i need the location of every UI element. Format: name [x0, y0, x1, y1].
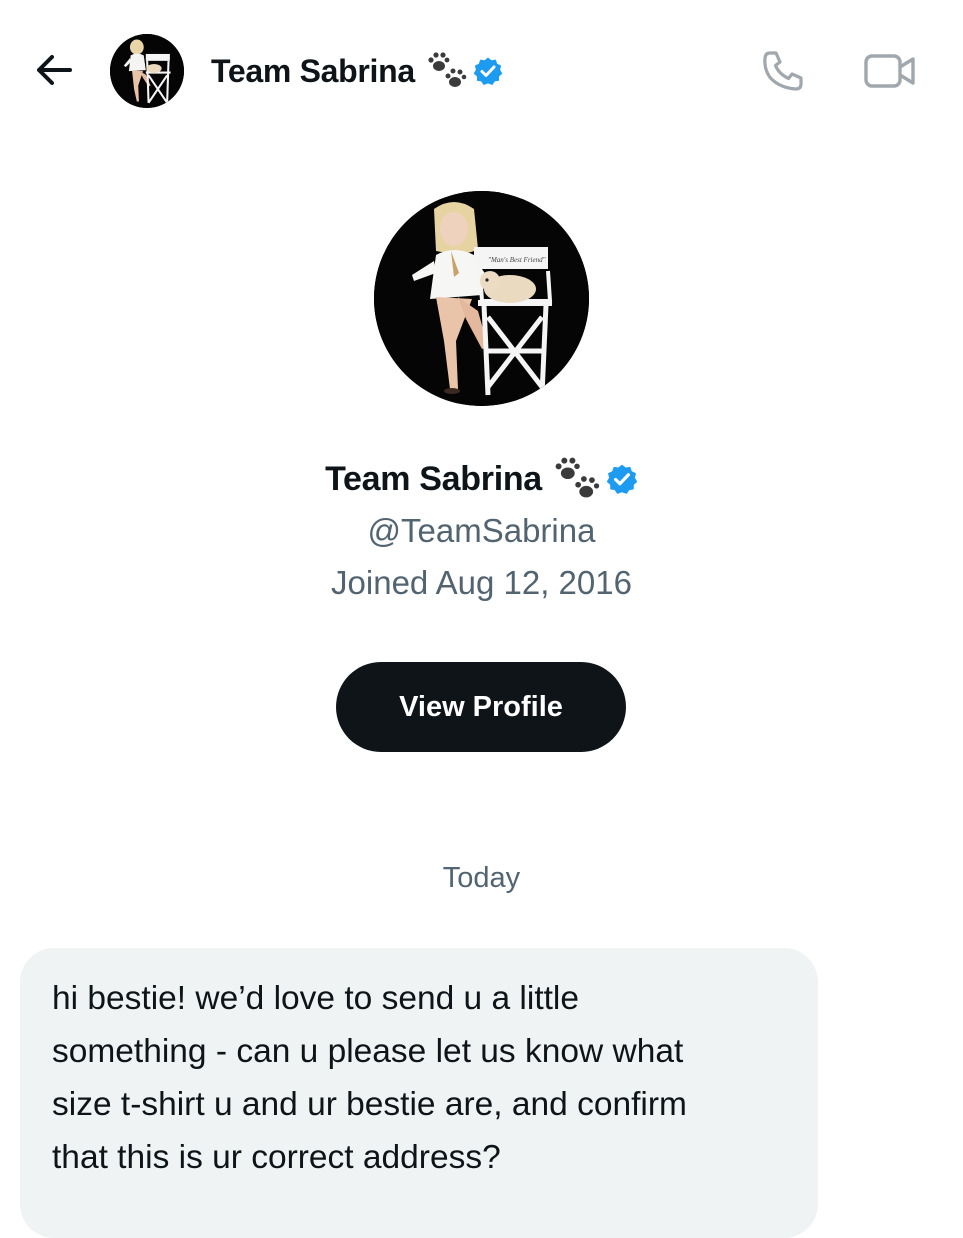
svg-text:"Man's Best Friend": "Man's Best Friend" — [488, 256, 546, 264]
phone-icon — [763, 51, 803, 91]
call-button[interactable] — [758, 48, 808, 94]
header-avatar[interactable] — [110, 34, 184, 108]
video-camera-icon — [864, 54, 915, 88]
profile-name: Team Sabrina — [325, 459, 542, 498]
verified-badge-icon — [606, 464, 638, 494]
video-call-button[interactable] — [860, 48, 922, 94]
avatar-photo — [110, 34, 184, 108]
header-title: Team Sabrina — [211, 52, 415, 89]
profile-avatar[interactable]: "Man's Best Friend" — [374, 191, 589, 406]
verified-badge-icon — [473, 57, 503, 85]
header-title-row[interactable]: Team Sabrina — [211, 48, 503, 94]
profile-name-row: Team Sabrina — [0, 456, 963, 502]
avatar-photo: "Man's Best Friend" — [374, 191, 589, 406]
paw-prints-icon — [555, 457, 600, 498]
conversation-header: Team Sabrina — [0, 0, 963, 140]
arrow-left-icon — [37, 55, 72, 85]
profile-handle: @TeamSabrina — [367, 512, 596, 549]
message-text: hi bestie! we’d love to send u a little … — [52, 980, 687, 1176]
message-bubble-incoming[interactable]: hi bestie! we’d love to send u a little … — [20, 948, 818, 1238]
paw-prints-icon — [428, 52, 467, 87]
profile-joined-date: Joined Aug 12, 2016 — [331, 564, 632, 601]
back-button[interactable] — [30, 48, 78, 92]
date-separator: Today — [442, 862, 521, 894]
view-profile-button[interactable]: View Profile — [336, 662, 626, 752]
